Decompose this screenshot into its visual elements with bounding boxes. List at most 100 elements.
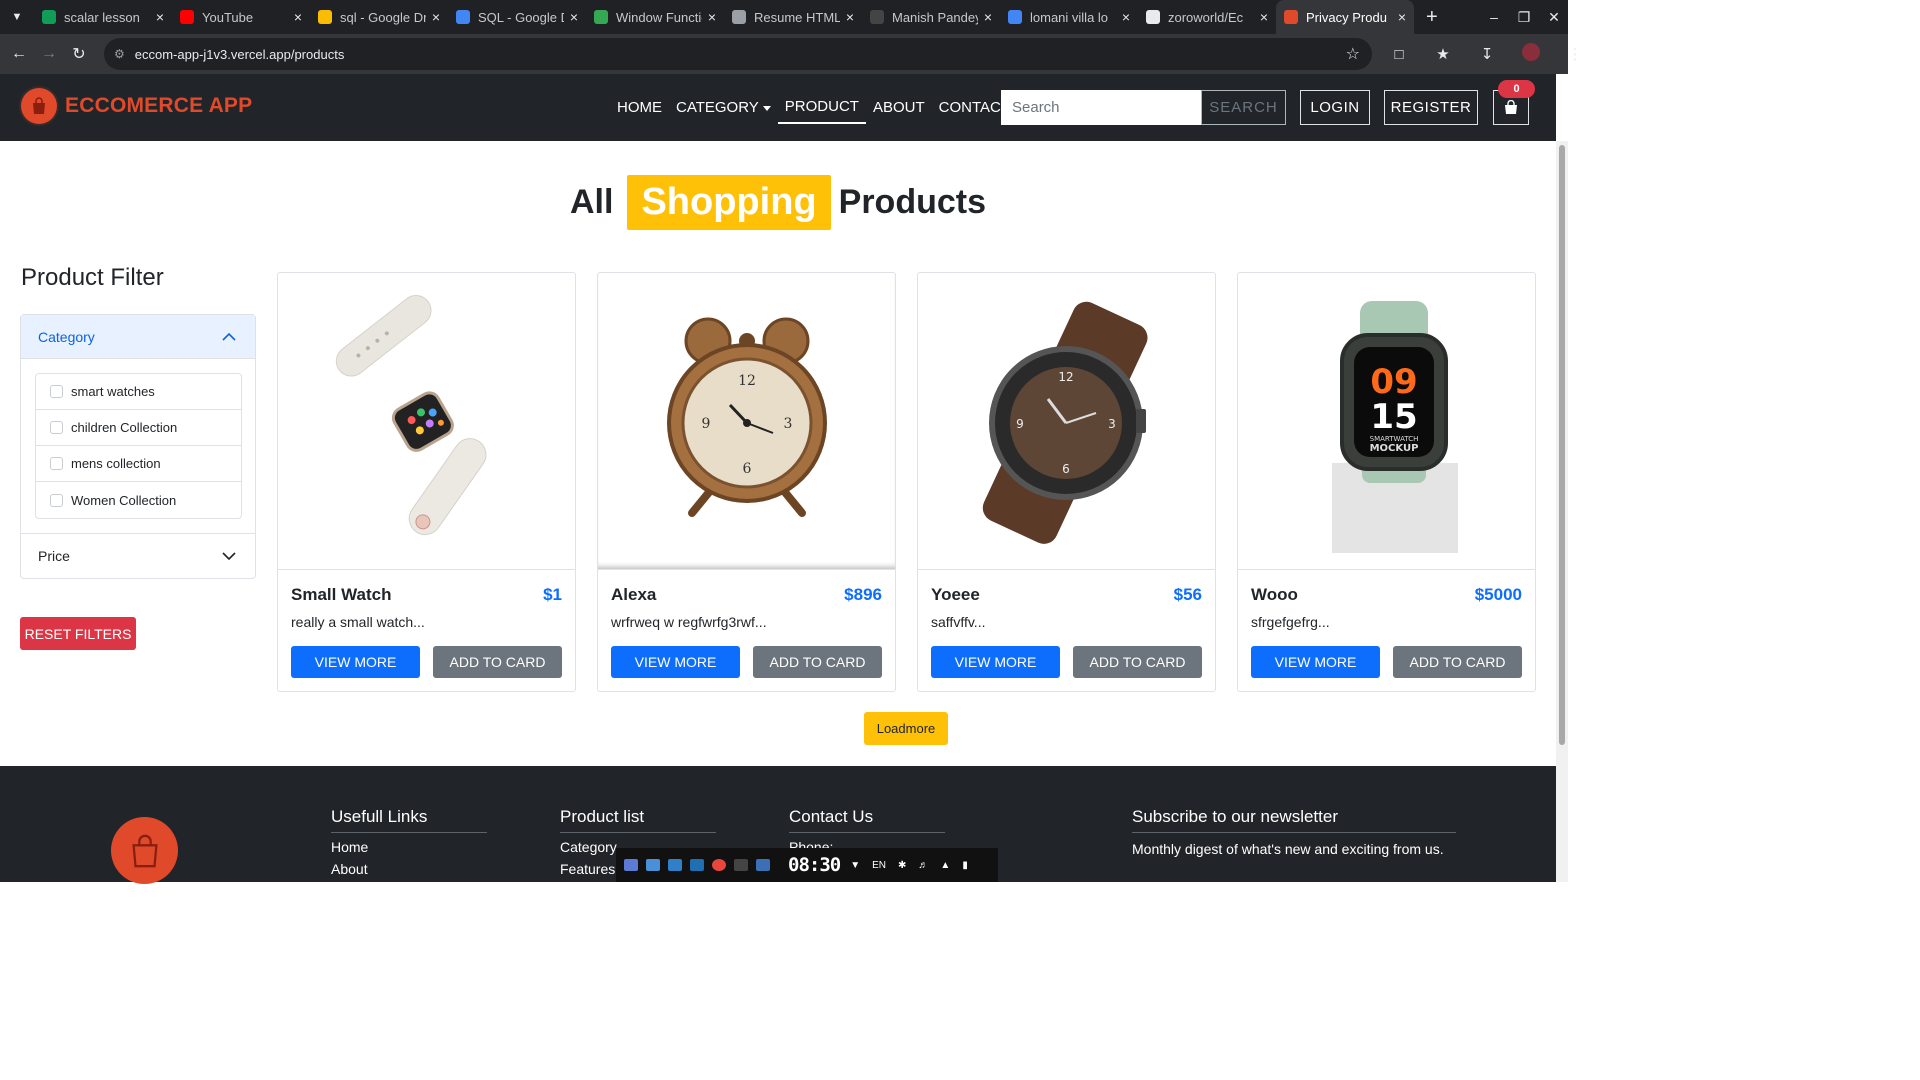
minimize-icon[interactable]: – (1480, 9, 1508, 25)
reset-filters-button[interactable]: RESET FILTERS (20, 617, 136, 650)
profile-avatar[interactable] (1516, 43, 1546, 65)
view-more-button[interactable]: VIEW MORE (931, 646, 1060, 678)
search-input[interactable] (1001, 90, 1201, 125)
category-accordion-body: smart watches children Collection mens col… (21, 359, 255, 534)
tab-close-icon[interactable]: × (846, 9, 854, 25)
bluetooth-icon[interactable]: ✱ (898, 860, 906, 871)
new-tab-button[interactable]: + (1426, 6, 1438, 29)
site-info-icon[interactable]: ⚙ (114, 47, 125, 61)
product-image-wristwatch: 12 3 6 9 (918, 273, 1215, 570)
browser-tab-bar: ▼ scalar lesson×YouTube×sql - Google Dri… (0, 0, 1568, 34)
url-text: eccom-app-j1v3.vercel.app/products (134, 46, 345, 62)
svg-text:6: 6 (1062, 462, 1070, 476)
add-to-cart-button[interactable]: ADD TO CARD (1073, 646, 1202, 678)
drive-icon (318, 10, 332, 24)
extensions-icon[interactable]: □ (1384, 46, 1414, 63)
tab-close-icon[interactable]: × (1122, 9, 1130, 25)
tab-close-icon[interactable]: × (984, 9, 992, 25)
browser-tab[interactable]: YouTube × (172, 0, 310, 34)
search-button[interactable]: SEARCH (1201, 90, 1286, 125)
language-indicator[interactable]: EN (872, 860, 886, 871)
category-filter-item[interactable]: children Collection (36, 410, 241, 446)
address-bar[interactable]: ⚙ eccom-app-j1v3.vercel.app/products ☆ (104, 38, 1372, 70)
tab-close-icon[interactable]: × (1260, 9, 1268, 25)
category-checkbox[interactable] (50, 457, 63, 470)
brand-logo[interactable]: ECCOMERCE APP (21, 88, 252, 124)
browser-tab[interactable]: Manish Pandey × (862, 0, 1000, 34)
site-icon (1284, 10, 1298, 24)
footer-link-home[interactable]: Home (331, 839, 487, 855)
tab-search-button[interactable]: ▼ (0, 0, 34, 34)
restore-icon[interactable]: ❐ (1510, 9, 1538, 26)
browser-tab[interactable]: Resume HTML × (724, 0, 862, 34)
downloads-icon[interactable]: ↧ (1472, 45, 1502, 63)
notification-bell-icon[interactable]: ▲ (940, 860, 950, 871)
add-to-cart-button[interactable]: ADD TO CARD (753, 646, 882, 678)
bookmark-star-icon[interactable]: ☆ (1346, 44, 1360, 64)
tab-close-icon[interactable]: × (1398, 9, 1406, 25)
category-filter-item[interactable]: mens collection (36, 446, 241, 482)
tab-close-icon[interactable]: × (294, 9, 302, 25)
toolbar-actions: □ ★ ↧ ⋮ (1384, 34, 1604, 74)
add-to-cart-button[interactable]: ADD TO CARD (433, 646, 562, 678)
footer-link-about[interactable]: About (331, 861, 487, 877)
category-checkbox[interactable] (50, 421, 63, 434)
browser-tab[interactable]: lomani villa lo × (1000, 0, 1138, 34)
files-icon[interactable] (646, 859, 660, 871)
browser-tab[interactable]: sql - Google Drive × (310, 0, 448, 34)
category-filter-item[interactable]: smart watches (36, 374, 241, 410)
vscode-icon[interactable] (690, 859, 704, 871)
wifi-icon[interactable]: ▼ (850, 860, 860, 871)
store-icon[interactable] (668, 859, 682, 871)
category-filter-item[interactable]: Women Collection (36, 482, 241, 518)
browser-tab[interactable]: SQL - Google Docs × (448, 0, 586, 34)
tab-strip: scalar lesson×YouTube×sql - Google Drive… (34, 0, 1414, 34)
tab-close-icon[interactable]: × (570, 9, 578, 25)
browser-tab-label: scalar lesson (64, 9, 140, 25)
browser-tab[interactable]: Privacy Produ × (1276, 0, 1414, 34)
register-button[interactable]: REGISTER (1384, 90, 1478, 125)
footer-useful-links: Usefull Links Home About (331, 807, 487, 877)
reload-icon[interactable]: ↻ (64, 44, 94, 64)
load-more-button[interactable]: Loadmore (864, 712, 948, 745)
openai-icon (732, 10, 746, 24)
bookmarks-icon[interactable]: ★ (1428, 45, 1458, 63)
category-checkbox[interactable] (50, 385, 63, 398)
tab-close-icon[interactable]: × (156, 9, 164, 25)
browser-tab[interactable]: zoroworld/Ec × (1138, 0, 1276, 34)
product-price: $896 (844, 585, 882, 604)
view-more-button[interactable]: VIEW MORE (291, 646, 420, 678)
more-menu-icon[interactable]: ⋮ (1560, 45, 1590, 63)
nav-home[interactable]: HOME (610, 93, 669, 122)
close-window-icon[interactable]: ✕ (1540, 9, 1568, 26)
newsletter-text: Monthly digest of what's new and excitin… (1132, 841, 1444, 857)
nav-about[interactable]: ABOUT (866, 93, 932, 122)
watch-label2-text: MOCKUP (1370, 443, 1419, 454)
login-button[interactable]: LOGIN (1300, 90, 1370, 125)
product-description: saffvffv... (931, 614, 986, 630)
back-icon[interactable]: ← (4, 45, 34, 63)
view-more-button[interactable]: VIEW MORE (611, 646, 740, 678)
folder-icon[interactable] (756, 859, 770, 871)
page-scrollbar[interactable] (1556, 141, 1568, 882)
tab-close-icon[interactable]: × (708, 9, 716, 25)
filter-heading: Product Filter (21, 264, 164, 291)
category-accordion-header[interactable]: Category (21, 315, 255, 359)
price-accordion-header[interactable]: Price (21, 534, 255, 578)
browser-tab[interactable]: scalar lesson × (34, 0, 172, 34)
nav-category-dropdown[interactable]: CATEGORY (669, 93, 778, 122)
browser-tab[interactable]: Window Functions × (586, 0, 724, 34)
view-more-button[interactable]: VIEW MORE (1251, 646, 1380, 678)
tab-close-icon[interactable]: × (432, 9, 440, 25)
product-name: Alexa (611, 585, 657, 604)
nav-product[interactable]: PRODUCT (777, 92, 866, 124)
forward-icon[interactable]: → (34, 45, 64, 63)
chrome-icon[interactable] (712, 859, 726, 871)
category-checkbox[interactable] (50, 493, 63, 507)
terminal-icon[interactable] (734, 859, 748, 871)
scrollbar-thumb[interactable] (1559, 145, 1565, 745)
add-to-cart-button[interactable]: ADD TO CARD (1393, 646, 1522, 678)
volume-icon[interactable]: ♬ (918, 860, 928, 871)
battery-icon[interactable]: ▮ (962, 860, 968, 871)
workspace-icon[interactable] (624, 859, 638, 871)
